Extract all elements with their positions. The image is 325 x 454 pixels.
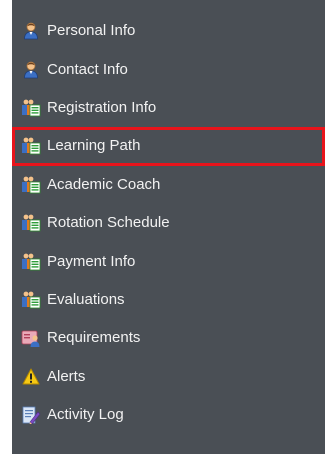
- people-document-icon: [21, 213, 41, 233]
- page: Personal Info Contact Info Registration …: [0, 0, 325, 454]
- menu-item-label: Academic Coach: [47, 175, 161, 193]
- menu-item-rotation-schedule[interactable]: Rotation Schedule: [12, 204, 325, 242]
- menu-item-label: Requirements: [47, 329, 141, 347]
- menu-item-learning-path[interactable]: Learning Path: [12, 127, 325, 166]
- menu-item-activity-log[interactable]: Activity Log: [12, 396, 325, 434]
- menu-item-requirements[interactable]: Requirements: [12, 319, 325, 357]
- people-document-icon: [21, 252, 41, 272]
- menu-item-contact-info[interactable]: Contact Info: [12, 50, 325, 88]
- menu-item-label: Contact Info: [47, 60, 128, 78]
- menu-item-personal-info[interactable]: Personal Info: [12, 12, 325, 50]
- menu-item-label: Evaluations: [47, 290, 125, 308]
- person-icon: [21, 21, 41, 41]
- menu-item-academic-coach[interactable]: Academic Coach: [12, 166, 325, 204]
- menu-item-registration-info[interactable]: Registration Info: [12, 89, 325, 127]
- menu-item-evaluations[interactable]: Evaluations: [12, 281, 325, 319]
- menu-item-payment-info[interactable]: Payment Info: [12, 242, 325, 280]
- menu-item-label: Alerts: [47, 367, 86, 385]
- menu-item-label: Payment Info: [47, 252, 136, 270]
- people-document-icon: [21, 98, 41, 118]
- person-icon: [21, 60, 41, 80]
- menu-item-label: Activity Log: [47, 406, 124, 424]
- people-document-icon: [21, 290, 41, 310]
- menu-item-label: Registration Info: [47, 98, 157, 116]
- warning-icon: [21, 367, 41, 387]
- people-document-icon: [21, 175, 41, 195]
- menu-item-label: Learning Path: [47, 137, 141, 155]
- menu-item-label: Personal Info: [47, 22, 136, 40]
- menu-item-label: Rotation Schedule: [47, 214, 170, 232]
- menu-item-alerts[interactable]: Alerts: [12, 358, 325, 396]
- people-document-icon: [21, 136, 41, 156]
- activity-log-icon: [21, 405, 41, 425]
- requirements-card-icon: [21, 328, 41, 348]
- sidebar-menu: Personal Info Contact Info Registration …: [12, 0, 325, 454]
